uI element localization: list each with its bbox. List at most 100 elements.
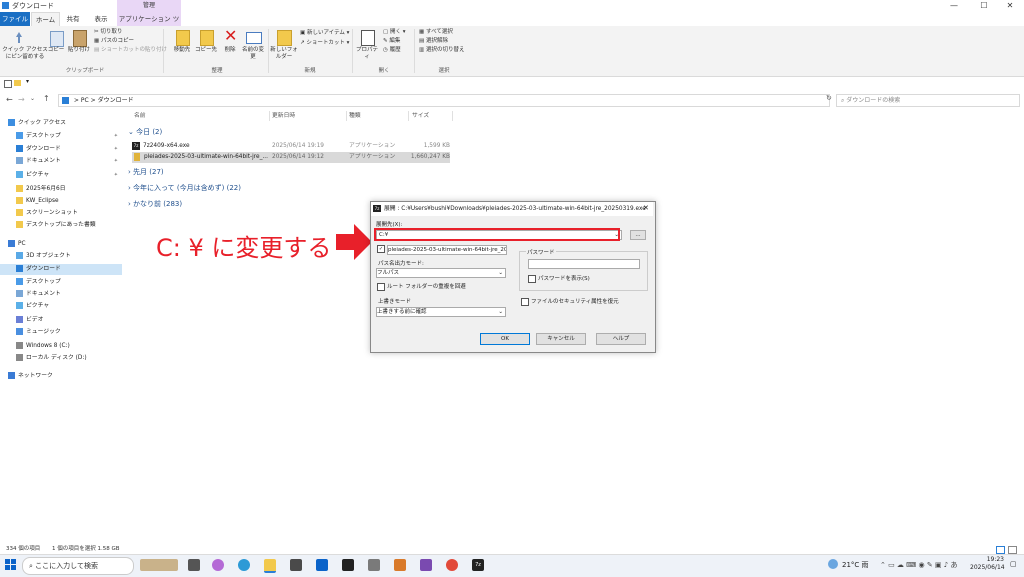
column-divider[interactable] <box>408 111 409 121</box>
visual-studio-icon[interactable] <box>420 559 432 571</box>
forward-icon[interactable]: → <box>18 95 25 104</box>
tab-manage[interactable]: 管理 <box>117 0 181 12</box>
sidebar-item[interactable]: ドキュメント <box>0 289 122 300</box>
chrome-icon[interactable] <box>446 559 458 571</box>
edge-icon[interactable] <box>238 559 250 571</box>
password-input[interactable] <box>528 259 640 269</box>
group-long-ago[interactable]: › かなり前 (283) <box>128 198 182 210</box>
sidebar-item[interactable]: デスクトップ ✦ <box>0 131 122 142</box>
move-to-button[interactable]: 移動先 <box>170 47 194 54</box>
column-divider[interactable] <box>452 111 453 121</box>
restore-security-checkbox[interactable]: ファイルのセキュリティ属性を復元 <box>521 297 619 306</box>
path-mode-select[interactable]: フルパス ⌄ <box>376 268 506 278</box>
cut-button[interactable]: ✂ 切り取り <box>94 29 122 36</box>
7zip-taskbar-icon[interactable]: 7z <box>472 559 484 571</box>
back-icon[interactable]: ← <box>6 95 13 104</box>
shortcut-button[interactable]: ↗ ショートカット ▾ <box>300 40 349 47</box>
overwrite-select[interactable]: 上書きする前に確認 ⌄ <box>376 307 506 317</box>
open-button[interactable]: ▢ 開く ▾ <box>383 29 405 36</box>
column-header-size[interactable]: サイズ <box>412 110 429 122</box>
sidebar-item[interactable]: 3D オブジェクト <box>0 251 122 262</box>
column-header-name[interactable]: 名前 <box>134 110 146 122</box>
new-item-button[interactable]: ▣ 新しいアイテム ▾ <box>300 30 349 37</box>
address-bar[interactable]: > PC > ダウンロード <box>58 94 830 107</box>
help-button[interactable]: ヘルプ <box>596 333 646 345</box>
sidebar-item[interactable]: ドキュメント ✦ <box>0 156 122 167</box>
select-all-button[interactable]: ▦ すべて選択 <box>419 29 453 36</box>
breadcrumb-downloads[interactable]: ダウンロード <box>98 97 134 104</box>
clock[interactable]: 19:23 2025/06/14 <box>970 556 1005 572</box>
qat-dropdown-icon[interactable]: ▾ <box>26 78 29 85</box>
app-icon[interactable] <box>394 559 406 571</box>
qat-properties-icon[interactable] <box>4 80 12 88</box>
copilot-icon[interactable] <box>212 559 224 571</box>
history-button[interactable]: ◷ 履歴 <box>383 47 401 54</box>
sidebar-item[interactable]: ローカル ディスク (D:) <box>0 353 122 364</box>
browse-button[interactable]: ... <box>630 230 646 240</box>
sidebar-item[interactable]: ビデオ <box>0 315 122 326</box>
sidebar-item[interactable]: ネットワーク <box>0 371 122 382</box>
pin-quick-access-button[interactable]: クイック アクセスにピン留めする <box>2 47 48 61</box>
sidebar-item[interactable]: デスクトップにあった書類 <box>0 220 122 231</box>
properties-button[interactable]: プロパティ <box>354 47 380 61</box>
sidebar-item[interactable]: クイック アクセス <box>0 118 122 129</box>
tab-home[interactable]: ホーム <box>31 12 60 27</box>
folder-name-field[interactable]: pleiades-2025-03-ultimate-win-64bit-jre_… <box>387 245 507 255</box>
search-input[interactable]: ⌕ ダウンロードの検索 <box>836 94 1020 107</box>
column-header-date[interactable]: 更新日時 <box>272 110 295 122</box>
large-icons-view-icon[interactable] <box>1008 546 1017 554</box>
ok-button[interactable]: OK <box>480 333 530 345</box>
dialog-close-button[interactable]: ✕ <box>643 204 649 212</box>
outlook-icon[interactable] <box>316 559 328 571</box>
tab-app-tools[interactable]: アプリケーション ツール <box>117 12 181 37</box>
store-icon[interactable] <box>290 559 302 571</box>
copy-path-button[interactable]: ▦ パスのコピー <box>94 38 134 45</box>
app-icon[interactable] <box>368 559 380 571</box>
folder-checkbox[interactable]: ✓ <box>377 245 387 253</box>
minimize-button[interactable]: — <box>940 0 968 12</box>
sidebar-item[interactable]: ダウンロード <box>0 264 122 275</box>
sidebar-item[interactable]: ダウンロード ✦ <box>0 144 122 155</box>
paste-button[interactable]: 貼り付け <box>67 47 91 54</box>
column-divider[interactable] <box>269 111 270 121</box>
sidebar-item[interactable]: ミュージック <box>0 327 122 338</box>
refresh-icon[interactable]: ↻ <box>826 94 832 102</box>
group-earlier-this-year[interactable]: › 今年に入って (今月は含めず) (22) <box>128 182 241 194</box>
tab-file[interactable]: ファイル <box>0 12 30 26</box>
sidebar-item[interactable]: PC <box>0 239 122 250</box>
sidebar-item[interactable]: デスクトップ <box>0 277 122 288</box>
group-today[interactable]: ⌄ 今日 (2) <box>128 126 162 138</box>
recent-dropdown-icon[interactable]: ⌄ <box>30 95 35 102</box>
taskbar-search-box[interactable]: ⌕ ここに入力して検索 <box>22 557 134 575</box>
file-row[interactable]: 7z 7z2409-x64.exe 2025/06/14 19:19 アプリケーシ… <box>132 141 450 152</box>
qat-folder-icon[interactable] <box>14 80 21 86</box>
notification-icon[interactable]: ▢ <box>1010 560 1017 568</box>
terminal-icon[interactable] <box>342 559 354 571</box>
sidebar-item[interactable]: KW_Eclipse <box>0 196 122 207</box>
sidebar-item[interactable]: ピクチャ <box>0 301 122 312</box>
column-divider[interactable] <box>346 111 347 121</box>
tab-share[interactable]: 共有 <box>60 12 86 26</box>
copy-to-button[interactable]: コピー先 <box>194 47 218 54</box>
new-folder-button[interactable]: 新しいフォルダー <box>270 47 298 61</box>
windows-start-icon[interactable] <box>5 559 16 570</box>
copy-button[interactable]: コピー <box>46 47 66 54</box>
task-view-icon[interactable] <box>188 559 200 571</box>
tray-icons[interactable]: ⌃ ▭ ☁ ⌨ ◉ ✎ ▣ ♪ あ <box>880 558 957 572</box>
weather-text[interactable]: 21°C 雨 <box>842 558 869 572</box>
sidebar-item[interactable]: スクリーンショット <box>0 208 122 219</box>
cancel-button[interactable]: キャンセル <box>536 333 586 345</box>
group-last-month[interactable]: › 先月 (27) <box>128 166 164 178</box>
delete-button[interactable]: 削除 <box>219 47 241 54</box>
invert-selection-button[interactable]: ▥ 選択の切り替え <box>419 47 464 54</box>
paste-shortcut-button[interactable]: ▤ ショートカットの貼り付け <box>94 47 167 54</box>
breadcrumb-pc[interactable]: PC <box>81 97 89 104</box>
column-header-type[interactable]: 種類 <box>349 110 361 122</box>
close-button[interactable]: ✕ <box>996 0 1024 12</box>
edit-button[interactable]: ✎ 編集 <box>383 38 400 45</box>
details-view-icon[interactable] <box>996 546 1005 554</box>
avoid-dup-root-checkbox[interactable]: ルート フォルダーの重複を回避 <box>377 282 466 291</box>
up-icon[interactable]: ↑ <box>43 94 50 103</box>
maximize-button[interactable]: ☐ <box>970 0 998 12</box>
sidebar-item[interactable]: Windows 8 (C:) <box>0 341 122 352</box>
